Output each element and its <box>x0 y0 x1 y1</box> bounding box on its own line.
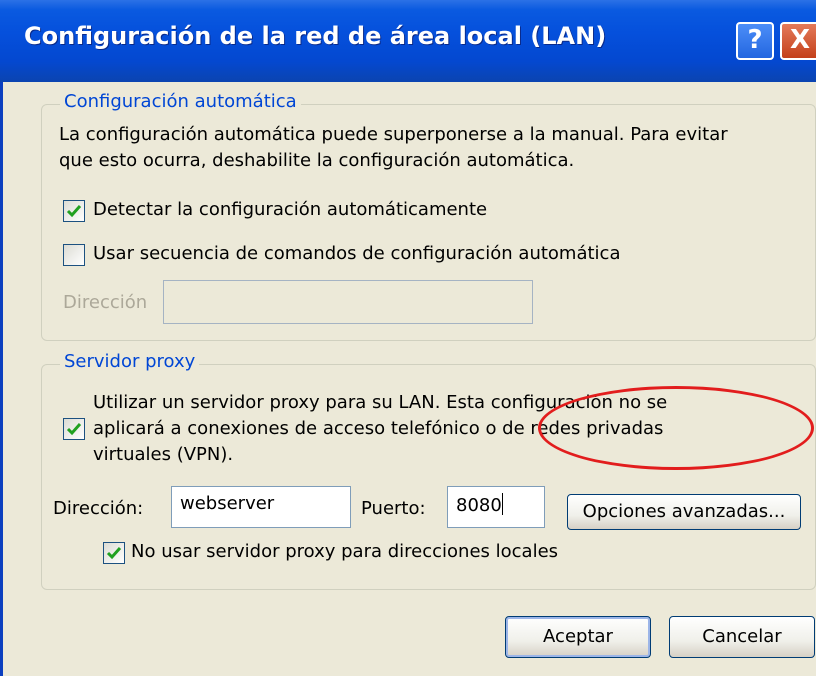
proxy-address-input[interactable]: webserver <box>171 486 351 528</box>
use-proxy-line1: Utilizar un servidor proxy para su LAN. … <box>93 392 668 413</box>
auto-script-address-label: Dirección <box>63 292 148 313</box>
auto-config-description: La configuración automática puede superp… <box>59 122 728 174</box>
use-proxy-checkbox[interactable] <box>63 418 85 440</box>
proxy-legend: Servidor proxy <box>60 351 200 372</box>
text-cursor <box>501 493 503 515</box>
proxy-port-value: 8080 <box>456 495 502 516</box>
auto-config-description-line2: que esto ocurra, deshabilite la configur… <box>59 150 575 171</box>
close-button[interactable]: X <box>780 22 816 60</box>
cancel-button[interactable]: Cancelar <box>669 616 815 658</box>
auto-config-description-line1: La configuración automática puede superp… <box>59 124 728 145</box>
dialog-body: Configuración automática La configuració… <box>0 82 816 676</box>
auto-config-legend: Configuración automática <box>60 91 301 112</box>
proxy-address-label: Dirección: <box>53 498 144 519</box>
auto-script-label[interactable]: Usar secuencia de comandos de configurac… <box>93 243 620 264</box>
auto-script-address-input[interactable] <box>163 280 533 324</box>
lan-settings-dialog: Configuración de la red de área local (L… <box>0 0 816 676</box>
use-proxy-line3: virtuales (VPN). <box>93 444 234 465</box>
window-title: Configuración de la red de área local (L… <box>24 22 607 50</box>
title-bar[interactable]: Configuración de la red de área local (L… <box>0 0 816 82</box>
auto-script-checkbox[interactable] <box>63 244 85 266</box>
help-button[interactable]: ? <box>736 22 774 60</box>
bypass-local-label[interactable]: No usar servidor proxy para direcciones … <box>131 541 558 562</box>
advanced-options-button[interactable]: Opciones avanzadas... <box>567 494 801 530</box>
proxy-port-input[interactable]: 8080 <box>447 486 545 528</box>
detect-settings-label[interactable]: Detectar la configuración automáticament… <box>93 199 487 220</box>
checkmark-icon <box>106 547 122 560</box>
use-proxy-description: Utilizar un servidor proxy para su LAN. … <box>93 390 667 468</box>
checkmark-icon <box>66 423 82 436</box>
checkmark-icon <box>66 205 82 218</box>
proxy-port-label: Puerto: <box>361 498 426 519</box>
detect-settings-checkbox[interactable] <box>63 200 85 222</box>
ok-button[interactable]: Aceptar <box>505 616 651 658</box>
use-proxy-line2: aplicará a conexiones de acceso telefóni… <box>93 418 664 439</box>
bypass-local-checkbox[interactable] <box>103 542 125 564</box>
